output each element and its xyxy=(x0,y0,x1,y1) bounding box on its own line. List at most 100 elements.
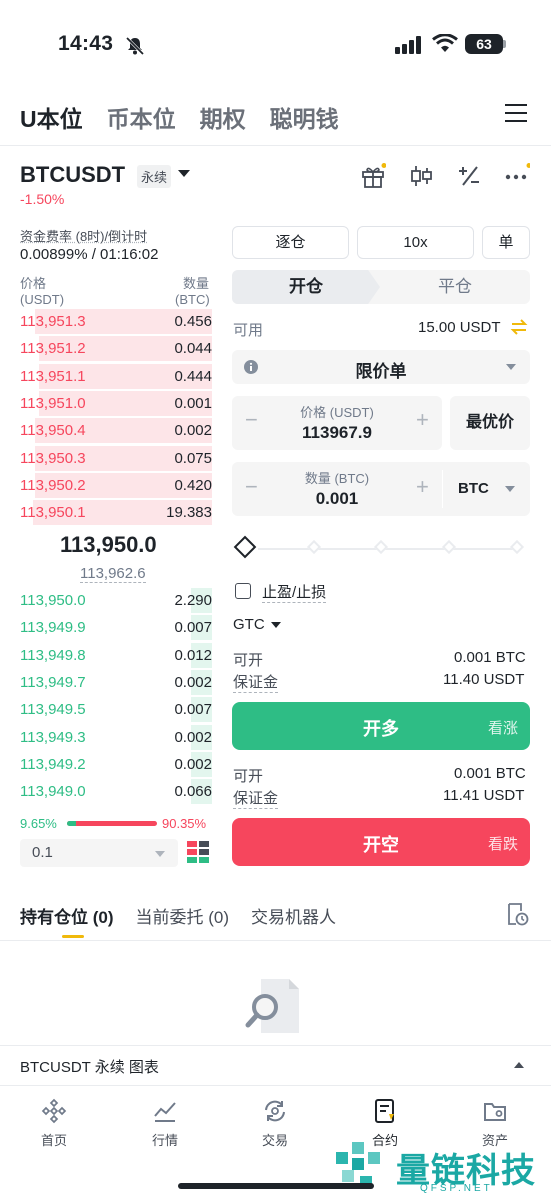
leverage-button[interactable]: 10x xyxy=(357,226,474,259)
tpsl-label[interactable]: 止盈/止损 xyxy=(262,581,327,603)
long-max-open-value: 0.001 BTC xyxy=(454,649,526,666)
best-price-button[interactable]: 最优价 xyxy=(450,396,530,450)
ratio-bar xyxy=(67,821,157,826)
menu-icon[interactable] xyxy=(505,104,527,124)
slider-step-100[interactable] xyxy=(509,539,525,555)
tab-open-orders[interactable]: 当前委托 (0) xyxy=(136,903,230,928)
bid-row[interactable]: 113,949.0 0.066 xyxy=(20,778,212,805)
chart-drawer-label[interactable]: BTCUSDT 永续 图表 xyxy=(20,1056,159,1077)
quantity-slider-track[interactable] xyxy=(258,548,518,550)
ask-row[interactable]: 113,950.2 0.420 xyxy=(20,472,212,499)
orderbook-price-header: 价格 xyxy=(20,276,47,291)
ask-price: 113,950.4 xyxy=(20,422,86,440)
candlestick-chart-icon[interactable] xyxy=(408,163,434,189)
bid-quantity: 0.066 xyxy=(174,783,212,801)
divider xyxy=(442,470,443,508)
ask-row[interactable]: 113,951.2 0.044 xyxy=(20,335,212,362)
bell-muted-icon xyxy=(125,36,145,56)
quantity-unit-select[interactable]: BTC xyxy=(458,480,489,497)
ask-row[interactable]: 113,951.1 0.444 xyxy=(20,363,212,390)
position-mode-button[interactable]: 单 xyxy=(482,226,530,259)
bid-price: 113,949.3 xyxy=(20,728,86,746)
calculator-icon[interactable] xyxy=(456,163,482,189)
price-input[interactable]: 113967.9 xyxy=(262,423,412,443)
mark-price[interactable]: 113,962.6 xyxy=(80,565,146,583)
ask-quantity: 0.444 xyxy=(174,367,212,385)
open-long-button[interactable]: 开多 看涨 xyxy=(232,702,530,750)
bid-row[interactable]: 113,949.9 0.007 xyxy=(20,614,212,641)
battery-indicator: 63 xyxy=(465,34,503,54)
open-short-sublabel: 看跌 xyxy=(487,836,518,853)
more-options-icon[interactable] xyxy=(504,163,530,189)
open-short-label: 开空 xyxy=(363,835,399,855)
transfer-icon[interactable] xyxy=(510,318,528,336)
symbol-dropdown-icon[interactable] xyxy=(178,170,190,177)
bid-row[interactable]: 113,949.5 0.007 xyxy=(20,696,212,723)
quantity-input[interactable]: 0.001 xyxy=(262,489,412,509)
tab-coin-m[interactable]: 币本位 xyxy=(107,100,176,134)
tab-open-position[interactable]: 开仓 xyxy=(232,270,380,304)
slider-step-25[interactable] xyxy=(306,539,322,555)
active-tab-indicator xyxy=(62,935,84,938)
ask-row[interactable]: 113,950.4 0.002 xyxy=(20,417,212,444)
tpsl-checkbox[interactable] xyxy=(235,583,251,599)
home-indicator xyxy=(178,1183,374,1189)
slider-step-50[interactable] xyxy=(373,539,389,555)
ask-row[interactable]: 113,951.0 0.001 xyxy=(20,390,212,417)
price-increment-button[interactable]: + xyxy=(416,407,429,433)
orderbook-layout-icon[interactable] xyxy=(187,841,209,865)
bid-price: 113,949.9 xyxy=(20,619,86,637)
bid-row[interactable]: 113,949.7 0.002 xyxy=(20,669,212,696)
bid-row[interactable]: 113,950.0 2.290 xyxy=(20,587,212,614)
tab-smart-money[interactable]: 聪明钱 xyxy=(270,100,339,134)
status-time: 14:43 xyxy=(58,32,114,55)
last-price[interactable]: 113,950.0 xyxy=(60,532,157,558)
short-max-open-label: 可开 xyxy=(233,768,264,785)
quantity-decrement-button[interactable]: − xyxy=(245,474,258,500)
quantity-increment-button[interactable]: + xyxy=(416,474,429,500)
long-max-open-label: 可开 xyxy=(233,652,264,669)
short-max-open-value: 0.001 BTC xyxy=(454,765,526,782)
time-in-force-select[interactable]: GTC xyxy=(233,616,265,633)
quantity-slider-handle[interactable] xyxy=(233,535,257,559)
ask-row[interactable]: 113,951.3 0.456 xyxy=(20,308,212,335)
tab-close-position[interactable]: 平仓 xyxy=(380,270,530,304)
funding-rate-label[interactable]: 资金费率 (8时)/倒计时 xyxy=(20,226,147,245)
nav-home-label: 首页 xyxy=(40,1133,67,1148)
price-decrement-button[interactable]: − xyxy=(245,407,258,433)
open-short-button[interactable]: 开空 看跌 xyxy=(232,818,530,866)
short-margin-value: 11.41 USDT xyxy=(443,787,525,804)
slider-step-75[interactable] xyxy=(441,539,457,555)
chevron-up-icon[interactable] xyxy=(514,1062,524,1068)
tab-trading-bots[interactable]: 交易机器人 xyxy=(251,903,336,928)
bid-quantity: 0.002 xyxy=(174,728,212,746)
bid-row[interactable]: 113,949.8 0.012 xyxy=(20,642,212,669)
long-margin-label[interactable]: 保证金 xyxy=(233,671,279,693)
ask-row[interactable]: 113,950.1 19.383 xyxy=(20,499,212,526)
order-history-icon[interactable] xyxy=(505,902,529,926)
bid-price: 113,949.8 xyxy=(20,646,86,664)
nav-markets[interactable]: 行情 xyxy=(125,1098,205,1149)
tab-usdt-m[interactable]: U本位 xyxy=(20,100,83,134)
ask-quantity: 0.075 xyxy=(174,449,212,467)
sell-ratio: 90.35% xyxy=(162,816,207,831)
nav-trade[interactable]: 交易 xyxy=(235,1098,315,1149)
margin-mode-button[interactable]: 逐仓 xyxy=(232,226,349,259)
tab-positions[interactable]: 持有仓位 (0) xyxy=(20,903,114,928)
watermark-subtext: QFSP.NET xyxy=(420,1183,493,1194)
ask-row[interactable]: 113,950.3 0.075 xyxy=(20,445,212,472)
short-margin-label[interactable]: 保证金 xyxy=(233,787,279,809)
bid-row[interactable]: 113,949.3 0.002 xyxy=(20,724,212,751)
contract-type-tabs: U本位 币本位 期权 聪明钱 xyxy=(20,100,339,134)
nav-assets[interactable]: 资产 xyxy=(455,1098,535,1149)
tab-options[interactable]: 期权 xyxy=(200,100,246,134)
ask-quantity: 0.001 xyxy=(174,394,212,412)
ask-price: 113,950.3 xyxy=(20,449,86,467)
chevron-down-icon xyxy=(271,622,281,628)
bid-quantity: 0.007 xyxy=(174,701,212,719)
wallet-icon xyxy=(484,1103,506,1121)
gift-icon[interactable] xyxy=(360,163,386,189)
bid-row[interactable]: 113,949.2 0.002 xyxy=(20,751,212,778)
nav-home[interactable]: 首页 xyxy=(14,1098,94,1149)
symbol-name[interactable]: BTCUSDT xyxy=(20,162,125,188)
